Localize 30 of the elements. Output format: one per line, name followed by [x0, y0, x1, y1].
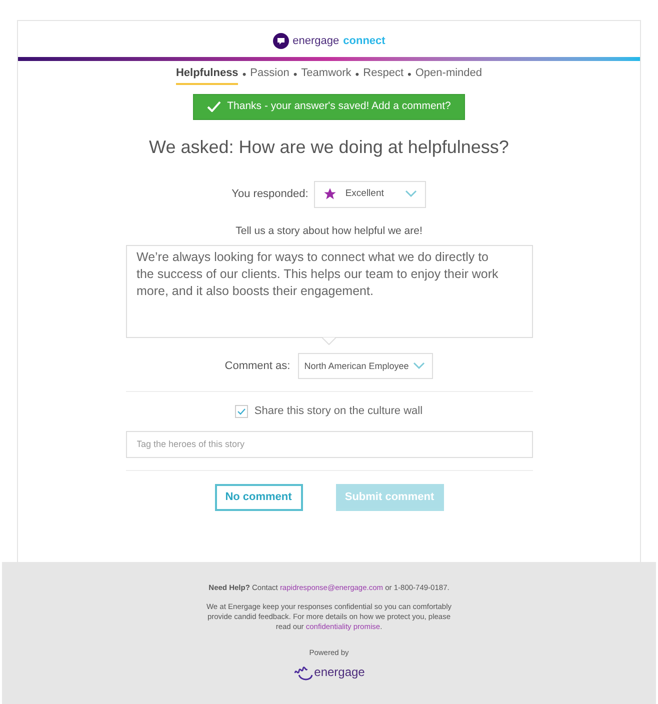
value-tab[interactable]: Helpfulness: [176, 65, 238, 84]
brand-text: energage: [314, 664, 365, 680]
share-label: Share this story on the culture wall: [254, 404, 423, 420]
value-tab[interactable]: Respect: [363, 65, 404, 84]
separator-dot: •: [355, 68, 360, 82]
logo-text: energage: [292, 34, 340, 49]
banner-text: Thanks - your answer's saved! Add a comment?: [227, 98, 451, 114]
checkmark-icon: [207, 101, 222, 112]
rating-dropdown[interactable]: Excellent: [314, 180, 426, 208]
swirl-logo-icon: [293, 664, 314, 680]
question-heading: We asked: How are we doing at helpfulness?: [149, 136, 509, 159]
pointer-notch-icon: [322, 337, 336, 346]
identity-dropdown[interactable]: North American Employee: [298, 353, 434, 380]
response-label: You responded:: [232, 186, 308, 202]
logo-text: connect: [343, 34, 386, 49]
value-tab[interactable]: Open-minded: [415, 65, 482, 84]
star-icon: [323, 187, 338, 201]
separator-dot: •: [408, 68, 412, 82]
story-textarea[interactable]: We’re always looking for ways to connect what we do directly to the success of our clients. This helps our team to enjoy their work more, and it also boosts their engagement.: [126, 245, 532, 338]
comment-as-label: Comment as:: [224, 359, 290, 374]
speech-bubble-logo-icon: [272, 33, 289, 49]
chevron-down-icon: [405, 190, 418, 198]
value-tab[interactable]: Passion: [250, 65, 290, 84]
share-checkbox[interactable]: [235, 405, 248, 418]
story-prompt: Tell us a story about how helpful we are!: [236, 224, 422, 238]
chevron-down-icon: [412, 362, 425, 370]
tag-heroes-field[interactable]: Tag the heroes of this story: [126, 430, 532, 458]
separator-dot: •: [293, 68, 298, 82]
separator-dot: •: [242, 68, 246, 82]
value-tab[interactable]: Teamwork: [301, 65, 352, 84]
